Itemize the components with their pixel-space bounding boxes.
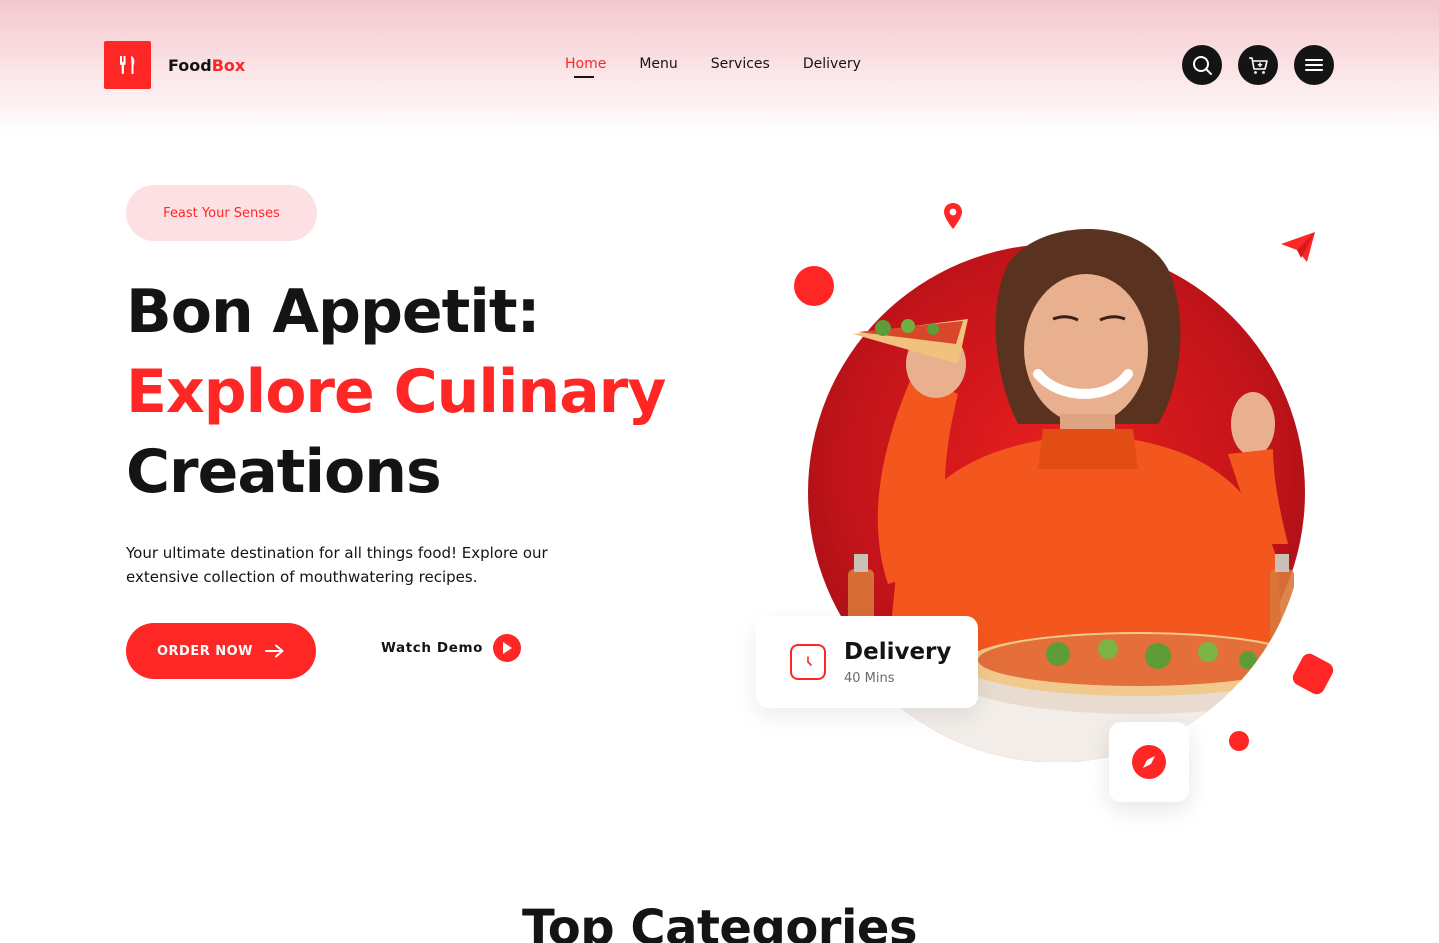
delivery-card: Delivery 40 Mins bbox=[756, 616, 978, 708]
watch-demo-label: Watch Demo bbox=[381, 640, 483, 656]
cart-icon bbox=[1249, 57, 1268, 74]
delivery-title: Delivery bbox=[844, 638, 952, 665]
menu-button[interactable] bbox=[1294, 45, 1334, 85]
order-now-button[interactable]: ORDER NOW bbox=[126, 623, 316, 679]
hero-title: Bon Appetit: Explore Culinary Creations bbox=[126, 272, 666, 512]
hero-title-line3: Creations bbox=[126, 437, 442, 507]
nav-item-services[interactable]: Services bbox=[711, 56, 770, 72]
nav-item-delivery[interactable]: Delivery bbox=[803, 56, 861, 72]
nav-item-home[interactable]: Home bbox=[565, 56, 606, 78]
cart-button[interactable] bbox=[1238, 45, 1278, 85]
hero-title-line2: Explore Culinary bbox=[126, 357, 666, 427]
watch-demo-button[interactable]: Watch Demo bbox=[381, 634, 521, 662]
hero-description: Your ultimate destination for all things… bbox=[126, 544, 548, 586]
order-now-label: ORDER NOW bbox=[156, 643, 254, 659]
delivery-time: 40 Mins bbox=[844, 670, 895, 686]
play-icon bbox=[493, 634, 521, 662]
decor-dot-small bbox=[1229, 731, 1249, 751]
compass-icon bbox=[1132, 745, 1166, 779]
explore-card[interactable] bbox=[1109, 722, 1189, 802]
hero-badge: Feast Your Senses bbox=[126, 185, 317, 241]
search-button[interactable] bbox=[1182, 45, 1222, 85]
brand-logo[interactable]: FoodBox bbox=[104, 41, 245, 89]
search-icon bbox=[1193, 56, 1212, 75]
brand-name: FoodBox bbox=[168, 55, 246, 75]
hero-title-line1: Bon Appetit: bbox=[126, 277, 541, 347]
categories-title: Top Categories bbox=[521, 900, 918, 943]
hamburger-menu-icon bbox=[1305, 59, 1323, 71]
cutlery-icon bbox=[104, 41, 151, 89]
arrow-right-icon bbox=[265, 644, 284, 658]
main-nav: Home Menu Services Delivery bbox=[565, 56, 894, 78]
nav-item-menu[interactable]: Menu bbox=[639, 56, 677, 72]
clock-icon bbox=[790, 644, 826, 680]
